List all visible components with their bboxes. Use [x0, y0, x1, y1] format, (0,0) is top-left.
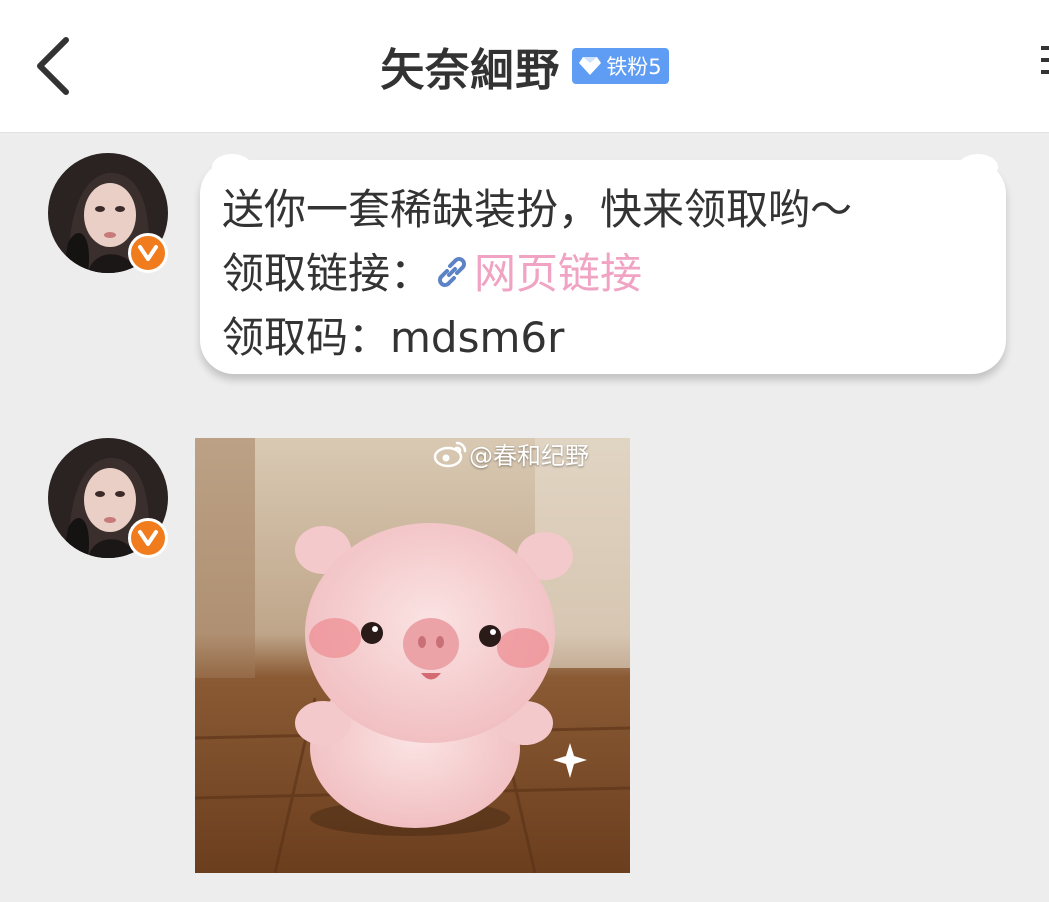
message-code-line: 领取码：mdsm6r [222, 313, 565, 362]
chat-header: 矢奈絗野 铁粉5 [0, 0, 1049, 133]
web-link[interactable]: 网页链接 [432, 249, 642, 298]
title-area: 矢奈絗野 铁粉5 [0, 0, 1049, 132]
weibo-logo-icon [433, 441, 467, 468]
image-watermark: @春和纪野 [433, 438, 589, 470]
message-link-line: 领取链接： 网页链接 [222, 242, 1006, 306]
message-bubble: 送你一套稀缺装扮，快来领取哟～ 领取链接： 网页链接 领取码：mdsm6r [200, 154, 1006, 374]
verified-badge-icon [128, 233, 168, 273]
fan-level-badge: 铁粉5 [572, 48, 669, 84]
message-image[interactable]: @春和纪野 [195, 438, 630, 873]
web-link-label: 网页链接 [474, 249, 643, 298]
bubble-ear-left [212, 154, 252, 180]
link-label: 领取链接： [222, 249, 433, 298]
bubble-ear-right [958, 154, 998, 180]
fan-badge-label: 铁粉5 [606, 55, 662, 79]
diamond-icon [579, 57, 602, 75]
message-line: 送你一套稀缺装扮，快来领取哟～ [222, 185, 853, 234]
more-options-button[interactable] [1041, 40, 1049, 80]
verified-badge-icon [128, 518, 168, 558]
page-title: 矢奈絗野 [380, 45, 561, 96]
watermark-text: @春和纪野 [469, 441, 589, 470]
sender-avatar[interactable] [48, 153, 168, 273]
sender-avatar[interactable] [48, 438, 168, 558]
pig-plush-photo [195, 438, 630, 873]
link-icon [438, 257, 466, 287]
